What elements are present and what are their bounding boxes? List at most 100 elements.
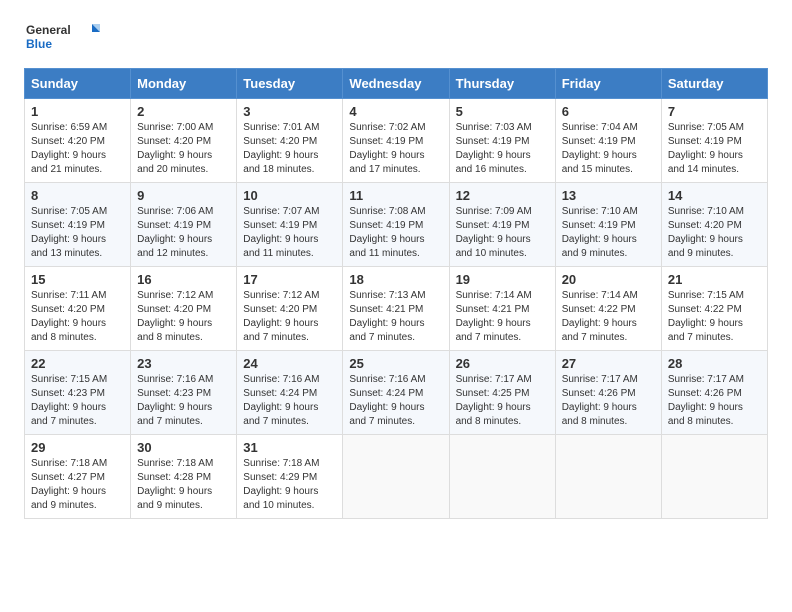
header: General Blue [24, 20, 768, 56]
day-number: 20 [562, 272, 655, 287]
calendar-cell: 5 Sunrise: 7:03 AM Sunset: 4:19 PM Dayli… [449, 99, 555, 183]
day-number: 17 [243, 272, 336, 287]
week-row-3: 15 Sunrise: 7:11 AM Sunset: 4:20 PM Dayl… [25, 267, 768, 351]
day-number: 19 [456, 272, 549, 287]
day-number: 6 [562, 104, 655, 119]
day-info: Sunrise: 7:05 AM Sunset: 4:19 PM Dayligh… [668, 121, 761, 177]
day-info: Sunrise: 6:59 AM Sunset: 4:20 PM Dayligh… [31, 121, 124, 177]
day-info: Sunrise: 7:10 AM Sunset: 4:20 PM Dayligh… [668, 205, 761, 261]
calendar-cell: 1 Sunrise: 6:59 AM Sunset: 4:20 PM Dayli… [25, 99, 131, 183]
calendar: SundayMondayTuesdayWednesdayThursdayFrid… [24, 68, 768, 519]
day-header-thursday: Thursday [449, 69, 555, 99]
logo-svg: General Blue [24, 20, 104, 56]
calendar-cell: 27 Sunrise: 7:17 AM Sunset: 4:26 PM Dayl… [555, 351, 661, 435]
day-info: Sunrise: 7:04 AM Sunset: 4:19 PM Dayligh… [562, 121, 655, 177]
week-row-5: 29 Sunrise: 7:18 AM Sunset: 4:27 PM Dayl… [25, 435, 768, 519]
logo: General Blue [24, 20, 104, 56]
day-number: 8 [31, 188, 124, 203]
week-row-1: 1 Sunrise: 6:59 AM Sunset: 4:20 PM Dayli… [25, 99, 768, 183]
day-number: 1 [31, 104, 124, 119]
calendar-cell: 15 Sunrise: 7:11 AM Sunset: 4:20 PM Dayl… [25, 267, 131, 351]
calendar-cell: 20 Sunrise: 7:14 AM Sunset: 4:22 PM Dayl… [555, 267, 661, 351]
calendar-cell: 22 Sunrise: 7:15 AM Sunset: 4:23 PM Dayl… [25, 351, 131, 435]
calendar-cell: 10 Sunrise: 7:07 AM Sunset: 4:19 PM Dayl… [237, 183, 343, 267]
day-number: 25 [349, 356, 442, 371]
day-number: 29 [31, 440, 124, 455]
day-info: Sunrise: 7:15 AM Sunset: 4:23 PM Dayligh… [31, 373, 124, 429]
calendar-cell: 3 Sunrise: 7:01 AM Sunset: 4:20 PM Dayli… [237, 99, 343, 183]
day-info: Sunrise: 7:01 AM Sunset: 4:20 PM Dayligh… [243, 121, 336, 177]
day-number: 15 [31, 272, 124, 287]
day-header-monday: Monday [131, 69, 237, 99]
calendar-cell: 12 Sunrise: 7:09 AM Sunset: 4:19 PM Dayl… [449, 183, 555, 267]
calendar-cell: 6 Sunrise: 7:04 AM Sunset: 4:19 PM Dayli… [555, 99, 661, 183]
day-number: 11 [349, 188, 442, 203]
calendar-cell: 28 Sunrise: 7:17 AM Sunset: 4:26 PM Dayl… [661, 351, 767, 435]
day-number: 27 [562, 356, 655, 371]
day-info: Sunrise: 7:12 AM Sunset: 4:20 PM Dayligh… [243, 289, 336, 345]
day-info: Sunrise: 7:08 AM Sunset: 4:19 PM Dayligh… [349, 205, 442, 261]
day-number: 12 [456, 188, 549, 203]
day-info: Sunrise: 7:07 AM Sunset: 4:19 PM Dayligh… [243, 205, 336, 261]
day-number: 14 [668, 188, 761, 203]
svg-text:General: General [26, 23, 71, 37]
day-number: 4 [349, 104, 442, 119]
week-row-4: 22 Sunrise: 7:15 AM Sunset: 4:23 PM Dayl… [25, 351, 768, 435]
calendar-cell: 7 Sunrise: 7:05 AM Sunset: 4:19 PM Dayli… [661, 99, 767, 183]
day-info: Sunrise: 7:03 AM Sunset: 4:19 PM Dayligh… [456, 121, 549, 177]
day-header-wednesday: Wednesday [343, 69, 449, 99]
day-info: Sunrise: 7:05 AM Sunset: 4:19 PM Dayligh… [31, 205, 124, 261]
calendar-cell: 24 Sunrise: 7:16 AM Sunset: 4:24 PM Dayl… [237, 351, 343, 435]
day-number: 2 [137, 104, 230, 119]
day-info: Sunrise: 7:00 AM Sunset: 4:20 PM Dayligh… [137, 121, 230, 177]
calendar-cell: 13 Sunrise: 7:10 AM Sunset: 4:19 PM Dayl… [555, 183, 661, 267]
day-number: 16 [137, 272, 230, 287]
calendar-cell: 19 Sunrise: 7:14 AM Sunset: 4:21 PM Dayl… [449, 267, 555, 351]
calendar-cell [555, 435, 661, 519]
calendar-cell: 17 Sunrise: 7:12 AM Sunset: 4:20 PM Dayl… [237, 267, 343, 351]
calendar-cell: 8 Sunrise: 7:05 AM Sunset: 4:19 PM Dayli… [25, 183, 131, 267]
day-info: Sunrise: 7:14 AM Sunset: 4:21 PM Dayligh… [456, 289, 549, 345]
day-number: 7 [668, 104, 761, 119]
day-info: Sunrise: 7:18 AM Sunset: 4:28 PM Dayligh… [137, 457, 230, 513]
day-info: Sunrise: 7:17 AM Sunset: 4:25 PM Dayligh… [456, 373, 549, 429]
day-header-friday: Friday [555, 69, 661, 99]
calendar-cell: 18 Sunrise: 7:13 AM Sunset: 4:21 PM Dayl… [343, 267, 449, 351]
calendar-cell: 16 Sunrise: 7:12 AM Sunset: 4:20 PM Dayl… [131, 267, 237, 351]
day-number: 5 [456, 104, 549, 119]
day-info: Sunrise: 7:17 AM Sunset: 4:26 PM Dayligh… [668, 373, 761, 429]
day-number: 28 [668, 356, 761, 371]
day-info: Sunrise: 7:18 AM Sunset: 4:27 PM Dayligh… [31, 457, 124, 513]
calendar-cell [343, 435, 449, 519]
svg-text:Blue: Blue [26, 37, 52, 51]
day-number: 3 [243, 104, 336, 119]
day-info: Sunrise: 7:10 AM Sunset: 4:19 PM Dayligh… [562, 205, 655, 261]
day-info: Sunrise: 7:16 AM Sunset: 4:23 PM Dayligh… [137, 373, 230, 429]
day-info: Sunrise: 7:02 AM Sunset: 4:19 PM Dayligh… [349, 121, 442, 177]
calendar-cell: 31 Sunrise: 7:18 AM Sunset: 4:29 PM Dayl… [237, 435, 343, 519]
day-number: 22 [31, 356, 124, 371]
day-info: Sunrise: 7:16 AM Sunset: 4:24 PM Dayligh… [349, 373, 442, 429]
calendar-cell: 14 Sunrise: 7:10 AM Sunset: 4:20 PM Dayl… [661, 183, 767, 267]
day-header-sunday: Sunday [25, 69, 131, 99]
day-number: 26 [456, 356, 549, 371]
calendar-cell [661, 435, 767, 519]
calendar-cell: 30 Sunrise: 7:18 AM Sunset: 4:28 PM Dayl… [131, 435, 237, 519]
calendar-cell: 9 Sunrise: 7:06 AM Sunset: 4:19 PM Dayli… [131, 183, 237, 267]
calendar-cell: 11 Sunrise: 7:08 AM Sunset: 4:19 PM Dayl… [343, 183, 449, 267]
day-number: 18 [349, 272, 442, 287]
calendar-cell: 2 Sunrise: 7:00 AM Sunset: 4:20 PM Dayli… [131, 99, 237, 183]
calendar-cell: 23 Sunrise: 7:16 AM Sunset: 4:23 PM Dayl… [131, 351, 237, 435]
day-info: Sunrise: 7:17 AM Sunset: 4:26 PM Dayligh… [562, 373, 655, 429]
day-number: 31 [243, 440, 336, 455]
day-info: Sunrise: 7:15 AM Sunset: 4:22 PM Dayligh… [668, 289, 761, 345]
calendar-cell: 21 Sunrise: 7:15 AM Sunset: 4:22 PM Dayl… [661, 267, 767, 351]
calendar-cell: 4 Sunrise: 7:02 AM Sunset: 4:19 PM Dayli… [343, 99, 449, 183]
day-header-tuesday: Tuesday [237, 69, 343, 99]
day-number: 30 [137, 440, 230, 455]
day-info: Sunrise: 7:06 AM Sunset: 4:19 PM Dayligh… [137, 205, 230, 261]
day-info: Sunrise: 7:12 AM Sunset: 4:20 PM Dayligh… [137, 289, 230, 345]
week-row-2: 8 Sunrise: 7:05 AM Sunset: 4:19 PM Dayli… [25, 183, 768, 267]
calendar-cell [449, 435, 555, 519]
day-number: 24 [243, 356, 336, 371]
